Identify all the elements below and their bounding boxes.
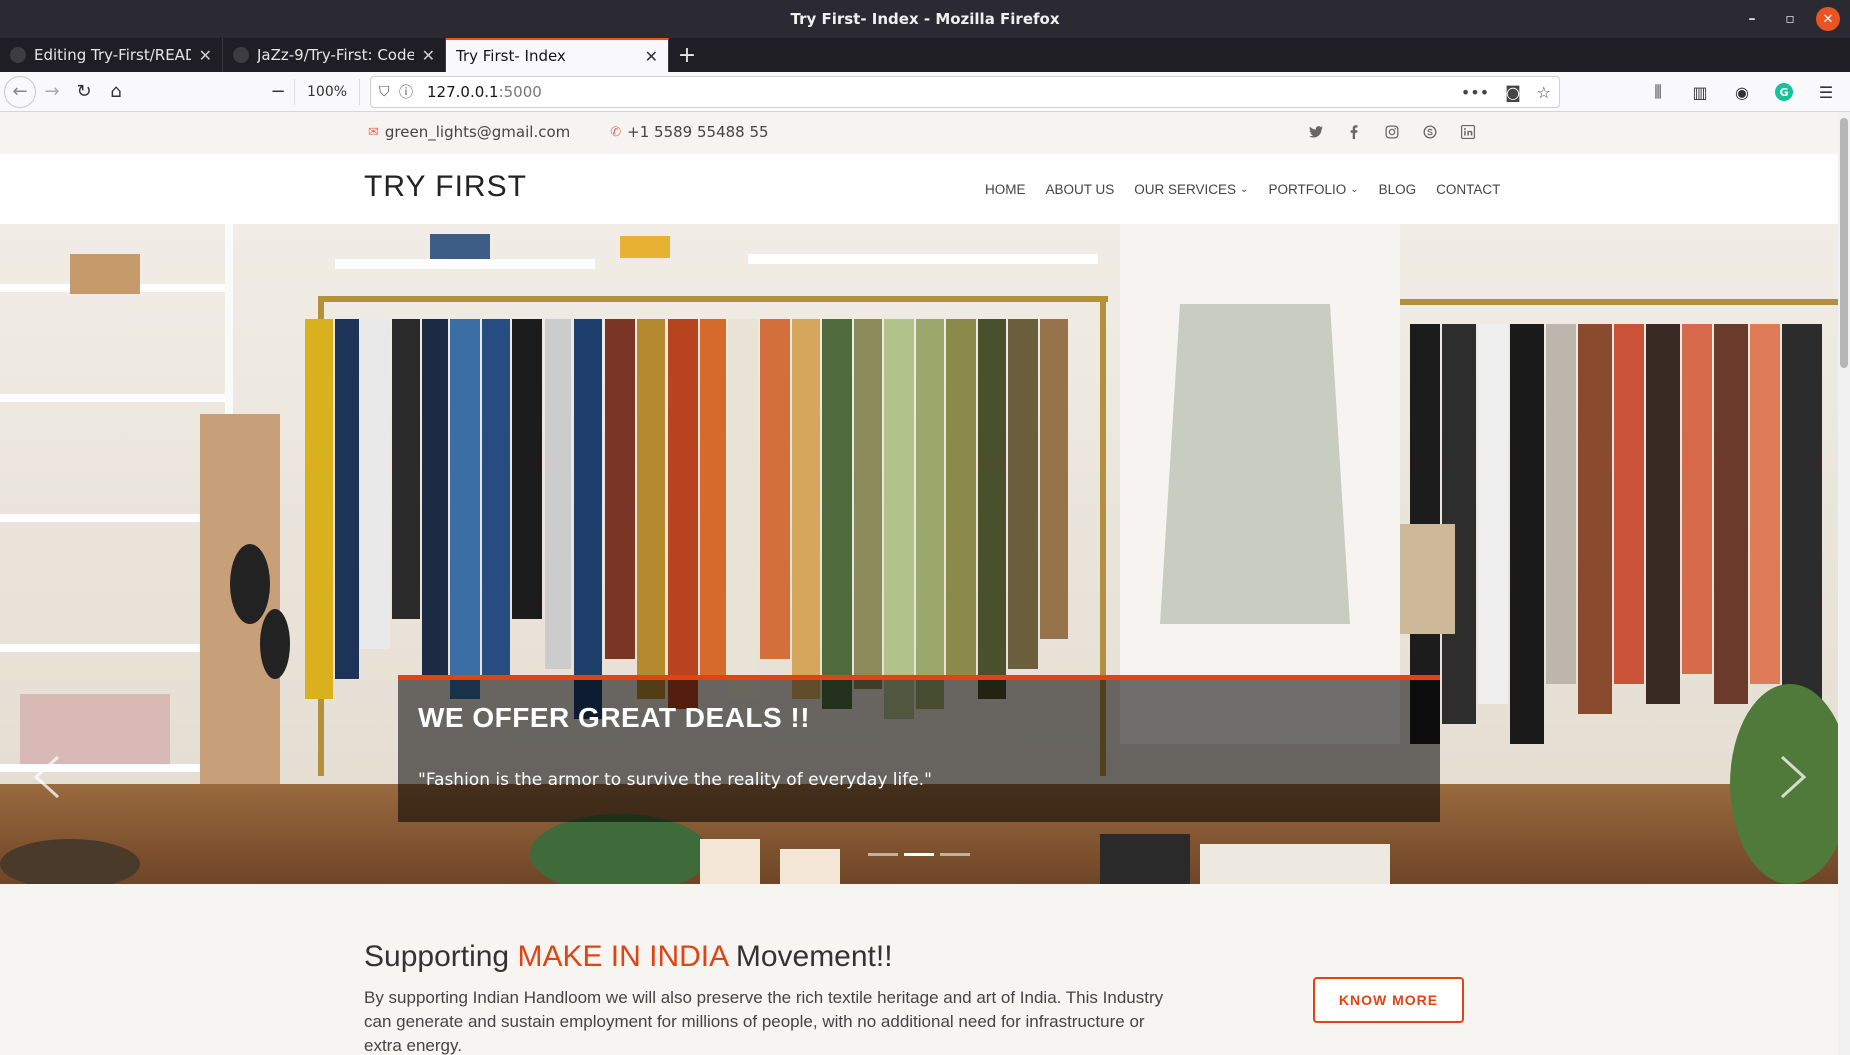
github-favicon-icon: [10, 47, 26, 63]
menu-label: ABOUT US: [1045, 181, 1115, 197]
tab-label: Editing Try-First/READM: [34, 46, 191, 64]
tab-try-first-index[interactable]: Try First- Index ✕: [446, 38, 669, 72]
caption-title: WE OFFER GREAT DEALS !!: [418, 702, 811, 733]
section-paragraph: By supporting Indian Handloom we will al…: [364, 988, 1164, 1055]
tab-close-icon[interactable]: ✕: [199, 46, 212, 65]
make-in-india-section: Supporting MAKE IN INDIA Movement!! By s…: [0, 884, 1838, 1055]
menu-item-blog[interactable]: BLOG: [1379, 182, 1417, 197]
phone-contact[interactable]: ✆ +1 5589 55488 55: [610, 123, 768, 141]
envelope-icon: ✉: [368, 124, 379, 140]
tab-github-repo[interactable]: JaZz-9/Try-First: Codes a ✕: [223, 38, 446, 72]
linkedin-icon[interactable]: [1459, 123, 1477, 141]
section-heading: Supporting MAKE IN INDIA Movement!!: [364, 940, 893, 974]
pocket-icon[interactable]: ◙: [1505, 83, 1521, 102]
new-tab-button[interactable]: +: [669, 38, 705, 72]
site-topbar: ✉ green_lights@gmail.com ✆ +1 5589 55488…: [0, 112, 1850, 154]
url-host: 127.0.0.1: [427, 83, 499, 101]
tab-close-icon[interactable]: ✕: [422, 46, 435, 65]
menu-item-portfolio[interactable]: PORTFOLIO ⌄: [1268, 182, 1358, 197]
hamburger-menu-icon[interactable]: ☰: [1810, 76, 1842, 108]
contact-info: ✉ green_lights@gmail.com ✆ +1 5589 55488…: [368, 123, 769, 141]
chevron-down-icon: ⌄: [1240, 183, 1249, 195]
sidebar-icon[interactable]: ▥: [1684, 76, 1716, 108]
heading-accent: MAKE IN INDIA: [517, 940, 728, 973]
caption-quote: "Fashion is the armor to survive the rea…: [418, 770, 932, 790]
menu-label: HOME: [985, 181, 1026, 197]
menu-label: PORTFOLIO: [1268, 181, 1347, 197]
reload-button[interactable]: ↻: [68, 76, 100, 108]
phone-icon: ✆: [610, 124, 622, 140]
url-text[interactable]: 127.0.0.1:5000: [427, 83, 542, 101]
toolbar-right: ⫼ ▥ ◉ G ☰: [1642, 76, 1842, 108]
zoom-out-button[interactable]: −: [262, 76, 294, 108]
tab-label: JaZz-9/Try-First: Codes a: [257, 46, 414, 64]
heading-text-end: Movement!!: [727, 940, 893, 973]
back-button[interactable]: ←: [4, 75, 36, 108]
navigation-toolbar: ← → ↻ ⌂ − 100% + ⛉ ⓘ 127.0.0.1:5000 ••• …: [0, 72, 1850, 112]
account-icon[interactable]: ◉: [1726, 76, 1758, 108]
chevron-down-icon: ⌄: [1350, 183, 1359, 195]
zoom-level[interactable]: 100%: [294, 78, 361, 105]
menu-item-about-us[interactable]: ABOUT US: [1046, 182, 1115, 197]
carousel-indicators: [868, 853, 970, 856]
twitter-icon[interactable]: [1307, 123, 1325, 141]
menu-item-our-services[interactable]: OUR SERVICES ⌄: [1134, 182, 1248, 197]
minimize-icon[interactable]: –: [1740, 7, 1764, 31]
carousel-indicator[interactable]: [940, 853, 970, 856]
grammarly-extension-icon[interactable]: G: [1768, 76, 1800, 108]
home-button[interactable]: ⌂: [100, 76, 132, 108]
forward-button[interactable]: →: [36, 76, 68, 108]
menu-item-contact[interactable]: CONTACT: [1436, 182, 1500, 197]
menu-item-home[interactable]: HOME: [985, 182, 1026, 197]
menu-label: CONTACT: [1436, 181, 1501, 197]
tab-close-icon[interactable]: ✕: [645, 47, 658, 66]
phone-text: +1 5589 55488 55: [627, 123, 769, 141]
social-links: [1307, 123, 1477, 141]
tab-label: Try First- Index: [456, 47, 566, 65]
carousel-prev-arrow-icon[interactable]: [28, 752, 68, 802]
instagram-icon[interactable]: [1383, 123, 1401, 141]
url-port: :5000: [498, 83, 542, 101]
carousel-indicator[interactable]: [868, 853, 898, 856]
menu-label: BLOG: [1378, 181, 1417, 197]
facebook-icon[interactable]: [1345, 123, 1363, 141]
scrollbar-thumb[interactable]: [1840, 118, 1848, 368]
window-titlebar: Try First- Index - Mozilla Firefox – ▫ ✕: [0, 0, 1850, 38]
know-more-button[interactable]: KNOW MORE: [1313, 977, 1464, 1023]
heading-text: Supporting: [364, 940, 518, 973]
menu-label: OUR SERVICES: [1134, 181, 1237, 197]
carousel-caption: WE OFFER GREAT DEALS !! "Fashion is the …: [398, 675, 1440, 822]
bookmark-star-icon[interactable]: ☆: [1537, 83, 1551, 102]
email-text: green_lights@gmail.com: [384, 123, 571, 141]
email-contact[interactable]: ✉ green_lights@gmail.com: [368, 123, 570, 141]
page-actions-icon[interactable]: •••: [1461, 83, 1489, 102]
github-favicon-icon: [233, 47, 249, 63]
tab-editing-readme[interactable]: Editing Try-First/READM ✕: [0, 38, 223, 72]
site-info-icon[interactable]: ⓘ: [399, 82, 419, 102]
tab-strip: Editing Try-First/READM ✕ JaZz-9/Try-Fir…: [0, 38, 1850, 72]
window-controls: – ▫ ✕: [1740, 7, 1840, 31]
url-bar[interactable]: ⛉ ⓘ 127.0.0.1:5000 ••• ◙ ☆: [370, 76, 1560, 108]
tracking-shield-icon[interactable]: ⛉: [379, 84, 399, 100]
url-actions: ••• ◙ ☆: [1461, 83, 1551, 102]
carousel-next-arrow-icon[interactable]: [1772, 752, 1812, 802]
page-viewport: ✉ green_lights@gmail.com ✆ +1 5589 55488…: [0, 112, 1850, 1055]
site-logo[interactable]: TRY FIRST: [364, 170, 527, 204]
carousel-indicator-active[interactable]: [904, 853, 934, 856]
skype-icon[interactable]: [1421, 123, 1439, 141]
main-menu: HOME ABOUT US OUR SERVICES ⌄ PORTFOLIO ⌄ B…: [985, 154, 1500, 224]
window-title: Try First- Index - Mozilla Firefox: [790, 10, 1060, 28]
close-window-icon[interactable]: ✕: [1816, 7, 1840, 31]
site-header: TRY FIRST HOME ABOUT US OUR SERVICES ⌄ PO…: [0, 154, 1850, 224]
library-icon[interactable]: ⫼: [1642, 76, 1674, 108]
restore-icon[interactable]: ▫: [1778, 7, 1802, 31]
